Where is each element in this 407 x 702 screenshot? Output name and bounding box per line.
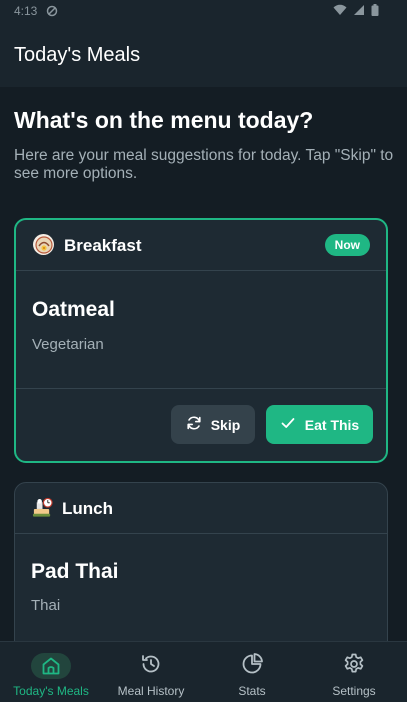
meal-suggestions-content[interactable]: What's on the menu today? Here are your … <box>0 87 407 641</box>
meal-tag: Vegetarian <box>32 336 104 353</box>
bottom-navigation: Today's Meals Meal History Stats Setting… <box>0 641 407 702</box>
wifi-icon <box>333 4 347 19</box>
gear-icon <box>342 652 366 681</box>
card-header: Breakfast Now <box>16 220 386 271</box>
refresh-icon <box>186 415 202 434</box>
eat-this-button[interactable]: Eat This <box>266 405 373 444</box>
history-icon <box>139 652 163 681</box>
meal-name: Oatmeal <box>32 298 115 321</box>
now-badge: Now <box>324 234 370 256</box>
meal-tag: Thai <box>31 597 61 614</box>
lunch-icon <box>32 497 53 518</box>
do-not-disturb-icon <box>46 5 58 20</box>
meal-card-breakfast: Breakfast Now Oatmeal Vegetarian Skip Ea… <box>14 218 388 463</box>
nav-item-todays-meals[interactable]: Today's Meals <box>0 642 102 702</box>
breakfast-icon <box>33 234 54 255</box>
status-bar: 4:13 <box>0 0 407 24</box>
meal-name: Pad Thai <box>31 560 119 583</box>
intro-subheading: Here are your meal suggestions for today… <box>14 147 394 182</box>
status-icons <box>333 4 379 19</box>
skip-label: Skip <box>210 416 241 433</box>
app-bar: Today's Meals <box>0 24 407 87</box>
eat-this-label: Eat This <box>304 416 360 433</box>
pie-chart-icon <box>240 652 264 681</box>
page-title: Today's Meals <box>14 44 141 66</box>
intro-heading: What's on the menu today? <box>14 107 314 133</box>
nav-item-meal-history[interactable]: Meal History <box>100 642 202 702</box>
nav-label: Meal History <box>117 684 185 698</box>
signal-icon <box>353 4 365 19</box>
skip-button[interactable]: Skip <box>171 405 255 444</box>
card-header: Lunch <box>15 483 387 534</box>
nav-label: Stats <box>238 684 266 698</box>
nav-item-stats[interactable]: Stats <box>201 642 303 702</box>
nav-label: Settings <box>332 684 376 698</box>
nav-item-settings[interactable]: Settings <box>303 642 405 702</box>
status-time: 4:13 <box>14 4 38 18</box>
nav-label: Today's Meals <box>13 684 89 698</box>
meal-type-label: Lunch <box>62 499 113 518</box>
home-icon <box>31 653 71 679</box>
battery-icon <box>371 4 379 19</box>
card-actions: Skip Eat This <box>16 388 386 461</box>
meal-card-lunch: Lunch Pad Thai Thai <box>14 482 388 641</box>
check-icon <box>280 415 296 434</box>
meal-type-label: Breakfast <box>64 236 142 255</box>
